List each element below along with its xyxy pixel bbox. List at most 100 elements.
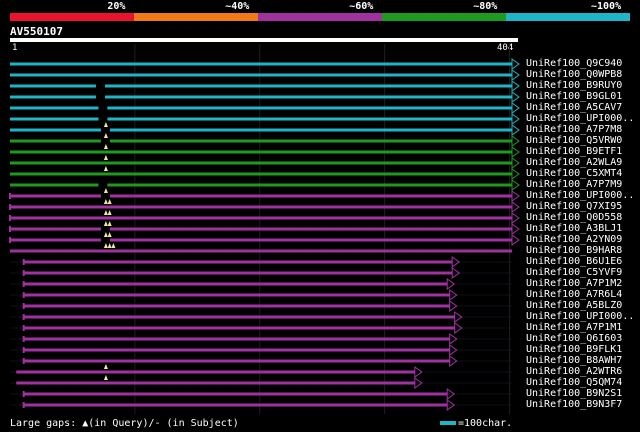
hit-bar <box>10 205 512 209</box>
query-gap-marker <box>103 364 108 369</box>
hit-label[interactable]: UniRef100_UPI000.. <box>526 113 638 124</box>
query-gap-marker <box>103 232 108 237</box>
subject-gap <box>98 116 108 122</box>
hit-bar <box>10 128 512 132</box>
hit-label[interactable]: UniRef100_A7P7M8 <box>526 124 638 135</box>
hit-label[interactable]: UniRef100_Q0WPB8 <box>526 69 638 80</box>
hit-label[interactable]: UniRef100_Q5VRW0 <box>526 135 638 146</box>
hit-label[interactable]: UniRef100_B9HAR8 <box>526 245 638 256</box>
hit-label[interactable]: UniRef100_A2YN09 <box>526 234 638 245</box>
query-gap-marker <box>103 210 108 215</box>
query-gap-marker <box>103 199 108 204</box>
hit-start-tick <box>22 303 25 309</box>
hit-start-tick <box>22 391 25 397</box>
hit-label[interactable]: UniRef100_Q9C940 <box>526 58 638 69</box>
hit-bar <box>10 227 512 231</box>
hit-end-arrow <box>511 80 520 92</box>
hit-label[interactable]: UniRef100_UPI000.. <box>526 311 638 322</box>
hit-start-tick <box>9 226 11 232</box>
hit-label[interactable]: UniRef100_Q7XI95 <box>526 201 638 212</box>
hit-bar <box>23 282 448 286</box>
hit-label[interactable]: UniRef100_A7P1M2 <box>526 278 638 289</box>
hit-label[interactable]: UniRef100_B9N2S1 <box>526 388 638 399</box>
hit-label[interactable]: UniRef100_A3BLJ1 <box>526 223 638 234</box>
hit-bar <box>10 117 512 121</box>
hit-bar <box>10 172 512 176</box>
hit-end-arrow <box>511 102 520 114</box>
hit-bar <box>23 403 448 407</box>
query-gap-marker <box>111 243 116 248</box>
hit-end-arrow <box>511 190 520 202</box>
query-gap-marker <box>103 221 108 226</box>
hit-start-tick <box>22 259 25 265</box>
query-gap-marker <box>103 155 108 160</box>
hit-label[interactable]: UniRef100_B6U1E6 <box>526 256 638 267</box>
hit-end-arrow <box>511 146 520 158</box>
hit-bar <box>10 84 512 88</box>
hit-bar <box>16 370 415 374</box>
query-gap-marker <box>103 243 108 248</box>
hit-label[interactable]: UniRef100_Q6I603 <box>526 333 638 344</box>
hit-label-list: UniRef100_Q9C940 UniRef100_Q0WPB8 UniRef10… <box>526 58 638 410</box>
hit-bar <box>10 183 512 187</box>
hit-start-tick <box>9 237 11 243</box>
subject-gap <box>100 226 110 232</box>
hit-label[interactable]: UniRef100_A5CAV7 <box>526 102 638 113</box>
hit-bar <box>10 238 512 242</box>
hit-bar <box>23 348 450 352</box>
hit-bar <box>10 95 512 99</box>
hit-start-tick <box>22 314 25 320</box>
hit-label[interactable]: UniRef100_A7P1M1 <box>526 322 638 333</box>
hit-label[interactable]: UniRef100_A2WTR6 <box>526 366 638 377</box>
hit-label[interactable]: UniRef100_B9RUY0 <box>526 80 638 91</box>
hit-bar <box>10 106 512 110</box>
hit-bar <box>23 293 450 297</box>
subject-gap <box>95 94 105 100</box>
subject-gap <box>95 83 105 89</box>
hit-bar <box>23 337 450 341</box>
subject-gap <box>100 193 110 199</box>
hit-label[interactable]: UniRef100_Q5QM74 <box>526 377 638 388</box>
scale-bar <box>440 421 456 425</box>
query-gap-marker <box>103 166 108 171</box>
hit-bar <box>10 161 512 165</box>
hit-end-arrow <box>511 212 520 224</box>
hit-label[interactable]: UniRef100_B8AWH7 <box>526 355 638 366</box>
hit-end-arrow <box>511 179 520 191</box>
hit-end-arrow <box>511 223 520 235</box>
hit-start-tick <box>22 358 25 364</box>
hit-label[interactable]: UniRef100_Q0D558 <box>526 212 638 223</box>
hit-label[interactable]: UniRef100_A2WLA9 <box>526 157 638 168</box>
subject-gap <box>100 138 110 144</box>
hit-end-arrow <box>511 201 520 213</box>
hit-label[interactable]: UniRef100_B9N3F7 <box>526 399 638 410</box>
hit-bar <box>10 62 512 66</box>
query-gap-marker <box>103 133 108 138</box>
hit-start-tick <box>22 336 25 342</box>
hit-label[interactable]: UniRef100_B9ETF1 <box>526 146 638 157</box>
query-gap-marker <box>107 221 112 226</box>
hit-bar <box>10 216 512 220</box>
hit-end-arrow <box>511 234 520 246</box>
hit-label[interactable]: UniRef100_UPI000.. <box>526 190 638 201</box>
hit-bar <box>23 304 450 308</box>
hit-bar <box>10 194 512 198</box>
hit-label[interactable]: UniRef100_A5BLZ0 <box>526 300 638 311</box>
hit-bar <box>23 271 453 275</box>
hit-label[interactable]: UniRef100_C5YVF9 <box>526 267 638 278</box>
hit-label[interactable]: UniRef100_B9GL01 <box>526 91 638 102</box>
hit-label[interactable]: UniRef100_A7R6L4 <box>526 289 638 300</box>
hit-start-tick <box>9 193 11 199</box>
hit-start-tick <box>9 215 11 221</box>
hit-bar <box>10 139 512 143</box>
query-gap-marker <box>103 188 108 193</box>
hit-start-tick <box>22 347 25 353</box>
hit-label[interactable]: UniRef100_C5XMT4 <box>526 168 638 179</box>
hit-label[interactable]: UniRef100_B9FLK1 <box>526 344 638 355</box>
hit-label[interactable]: UniRef100_A7P7M9 <box>526 179 638 190</box>
hit-end-arrow <box>511 135 520 147</box>
scale-label: =100char. <box>458 418 513 429</box>
hit-bar <box>10 249 512 253</box>
scale-legend: =100char. <box>440 418 512 429</box>
query-gap-marker <box>103 122 108 127</box>
